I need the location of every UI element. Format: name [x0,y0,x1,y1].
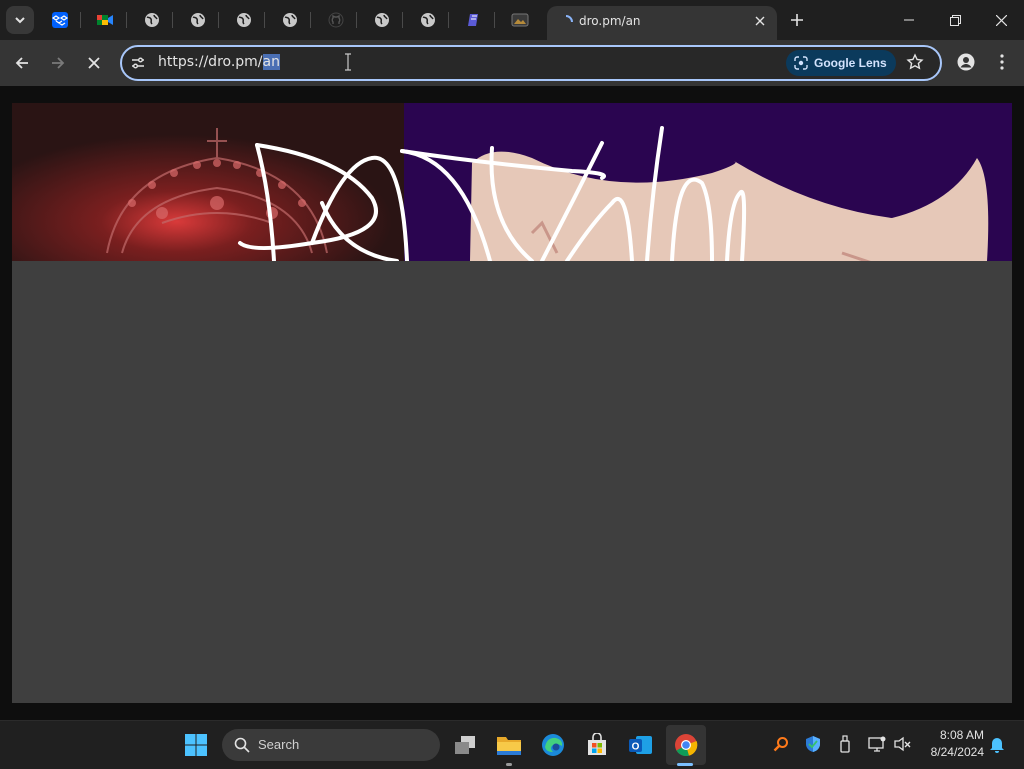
clock-date: 8/24/2024 [930,745,984,759]
tray-search-app[interactable] [770,733,792,755]
restore-icon [949,14,961,26]
profile-button[interactable] [954,50,978,74]
close-icon [995,14,1007,26]
notes-icon [468,14,478,26]
tab-close-button[interactable] [751,12,769,30]
close-window-button[interactable] [978,0,1024,40]
tab-strip: dro.pm/an [0,0,1024,40]
tab-globe-6[interactable] [413,6,443,34]
tab-globe-5[interactable] [367,6,397,34]
tab-title: dro.pm/an [579,14,641,28]
clock-time: 8:08 AM [939,728,984,742]
shield-icon [806,736,820,752]
dropbox-icon [51,12,69,28]
address-bar[interactable]: https://dro.pm/an Google Lens [120,45,942,81]
url-text[interactable]: https://dro.pm/an [158,54,280,70]
back-button[interactable] [9,50,35,76]
minimize-button[interactable] [886,0,932,40]
tab-notes[interactable] [459,6,489,34]
stop-loading-button[interactable] [81,50,107,76]
chrome-active-indicator [677,763,693,766]
globe-icon [145,13,159,27]
browser-toolbar: https://dro.pm/an Google Lens [0,40,1024,86]
close-icon [88,57,100,69]
page-content-area [12,261,1012,703]
magnifier-icon [773,737,788,752]
search-icon [234,737,250,753]
url-prefix: https://dro.pm/ [158,54,263,70]
file-explorer-button[interactable] [491,727,527,763]
tab-globe-3[interactable] [229,6,259,34]
taskbar-clock[interactable]: 8:08 AM 8/24/2024 [920,727,984,761]
taskbar-search[interactable]: Search [222,729,440,761]
chrome-button[interactable] [668,727,704,763]
task-view-icon [455,736,475,754]
star-icon[interactable] [906,53,924,71]
chrome-icon [675,734,698,757]
globe-icon [283,13,297,27]
text-cursor-icon [345,53,351,71]
tray-network[interactable] [866,733,888,755]
arrow-left-icon [15,57,28,69]
forward-button[interactable] [45,50,71,76]
tray-usb[interactable] [834,733,856,755]
page-viewport [0,86,1024,720]
kebab-menu-icon [1000,54,1004,70]
tab-google-meet[interactable] [90,6,120,34]
outlook-button[interactable]: O [623,727,659,763]
tab-globe-4[interactable] [275,6,305,34]
loading-icon [565,15,573,23]
new-tab-button[interactable] [786,9,808,31]
folder-icon [497,737,521,755]
minimize-icon [904,19,914,21]
taskbar: Search O 8:08 AM 8/24/2024 [0,720,1024,769]
banner-image [12,103,1012,261]
restore-button[interactable] [932,0,978,40]
browser-menu-button[interactable] [992,50,1012,74]
plus-icon [791,14,803,26]
tray-notifications[interactable] [986,733,1008,755]
lens-icon [794,56,808,70]
edge-button[interactable] [535,727,571,763]
edge-icon [542,734,564,756]
taskbar-search-label: Search [258,737,300,752]
tab-globe-1[interactable] [137,6,167,34]
globe-icon [421,13,435,27]
store-icon [588,733,606,755]
tab-dropbox[interactable] [45,6,75,34]
network-icon [868,736,886,752]
tab-github[interactable] [321,6,351,34]
image-icon [511,13,529,27]
google-lens-button[interactable]: Google Lens [786,50,896,76]
globe-icon [375,13,389,27]
globe-icon [191,13,205,27]
tab-active[interactable]: dro.pm/an [547,6,777,40]
banner-artwork [12,103,1012,261]
tray-volume[interactable] [892,733,914,755]
chevron-down-icon [15,17,25,24]
outlook-icon: O [629,736,652,754]
tab-search-button[interactable] [6,6,34,34]
usb-icon [840,735,850,753]
store-button[interactable] [579,727,615,763]
globe-icon [237,13,251,27]
github-icon [328,12,344,28]
google-lens-label: Google Lens [814,56,887,70]
file-explorer-indicator [506,763,512,766]
tab-image[interactable] [505,6,535,34]
site-info-icon[interactable] [130,55,146,71]
person-icon [957,53,975,71]
bell-icon [990,738,1004,753]
tab-globe-2[interactable] [183,6,213,34]
start-button[interactable] [178,727,214,763]
tray-defender[interactable] [802,733,824,755]
windows-logo-icon [185,734,207,756]
google-meet-icon [97,15,113,25]
close-icon [755,16,765,26]
url-selection: an [262,54,280,70]
arrow-right-icon [52,57,65,69]
svg-text:O: O [632,742,640,753]
task-view-button[interactable] [447,727,483,763]
volume-muted-icon [894,736,911,752]
